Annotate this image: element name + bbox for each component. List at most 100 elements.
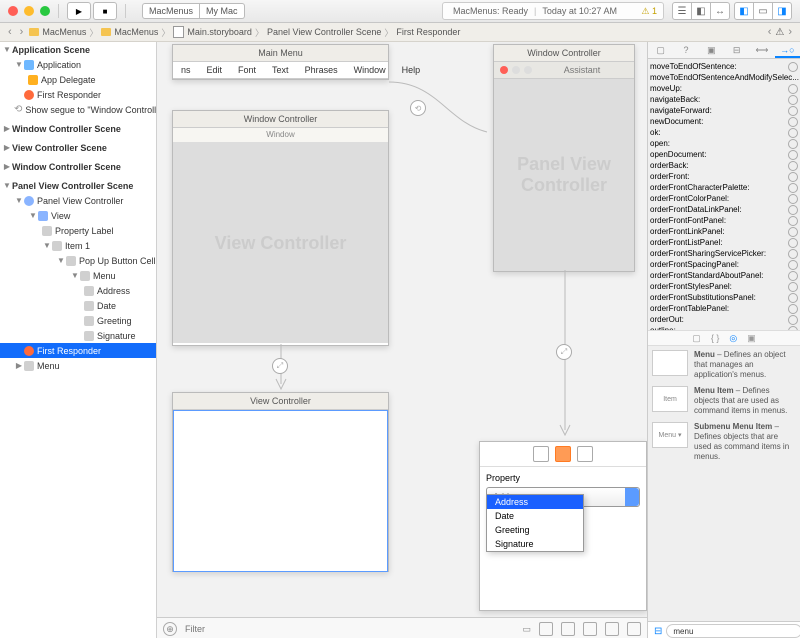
tab-size[interactable]: ⟷ bbox=[749, 42, 774, 58]
library-item[interactable]: Menu – Defines an object that manages an… bbox=[652, 350, 796, 380]
media-tab-icon[interactable]: ▣ bbox=[747, 333, 756, 344]
segue-node[interactable]: ⟲ bbox=[410, 100, 426, 116]
item-panel-vc[interactable]: ▼Panel View Controller bbox=[0, 193, 156, 208]
library-item[interactable]: ItemMenu Item – Defines objects that are… bbox=[652, 386, 796, 416]
filter-icon[interactable]: ⊕ bbox=[163, 622, 177, 636]
library-filter-input[interactable] bbox=[666, 624, 800, 638]
item-menu-date[interactable]: Date bbox=[0, 298, 156, 313]
action-row[interactable]: orderFrontLinkPanel: bbox=[650, 226, 798, 237]
action-row[interactable]: orderFrontSpacingPanel: bbox=[650, 259, 798, 270]
first-responder-object-icon[interactable] bbox=[555, 446, 571, 462]
align-icon[interactable] bbox=[583, 622, 597, 636]
exit-object-icon[interactable] bbox=[577, 446, 593, 462]
library-tabs[interactable]: ▢ { } ◎ ▣ bbox=[648, 330, 800, 346]
containment-segue-node-2[interactable]: ⤢ bbox=[272, 358, 288, 374]
item-app-delegate[interactable]: App Delegate bbox=[0, 72, 156, 87]
action-row[interactable]: navigateBack: bbox=[650, 94, 798, 105]
action-row[interactable]: orderFrontStandardAboutPanel: bbox=[650, 270, 798, 281]
connections-list[interactable]: moveToEndOfSentence:moveToEndOfSentenceA… bbox=[648, 59, 800, 330]
item-menu-signature[interactable]: Signature bbox=[0, 328, 156, 343]
item-view[interactable]: ▼View bbox=[0, 208, 156, 223]
crumb-group[interactable]: MacMenus bbox=[114, 27, 158, 37]
scene-dock[interactable] bbox=[480, 442, 646, 467]
item-popup-cell[interactable]: ▼Pop Up Button Cell bbox=[0, 253, 156, 268]
warning-badge[interactable]: ⚠ 1 bbox=[641, 6, 657, 17]
vc-object-icon[interactable] bbox=[533, 446, 549, 462]
panel-visibility[interactable]: ◧ ▭ ◨ bbox=[734, 2, 792, 20]
menu-help[interactable]: Help bbox=[394, 62, 429, 78]
item-popup-menu[interactable]: ▼Menu bbox=[0, 268, 156, 283]
close-icon[interactable] bbox=[500, 66, 508, 74]
menu-window[interactable]: Window bbox=[346, 62, 394, 78]
crumb-file[interactable]: Main.storyboard bbox=[187, 27, 252, 37]
tab-help[interactable]: ? bbox=[673, 42, 698, 58]
action-row[interactable]: openDocument: bbox=[650, 149, 798, 160]
interface-builder-canvas[interactable]: Main Menu ns Edit Font Text Phrases Wind… bbox=[157, 42, 647, 638]
scheme-selector[interactable]: MacMenus My Mac bbox=[142, 3, 245, 19]
object-library[interactable]: Menu – Defines an object that manages an… bbox=[648, 346, 800, 621]
crumb-scene[interactable]: Panel View Controller Scene bbox=[267, 27, 381, 37]
item-first-responder-selected[interactable]: First Responder bbox=[0, 343, 156, 358]
version-editor-icon[interactable]: ↔ bbox=[710, 3, 729, 19]
popup-item-address[interactable]: Address bbox=[487, 495, 583, 509]
file-template-tab-icon[interactable]: ▢ bbox=[692, 333, 701, 344]
close-icon[interactable] bbox=[8, 6, 18, 16]
editor-mode-switcher[interactable]: ☰ ◧ ↔ bbox=[672, 2, 730, 20]
item-first-responder[interactable]: First Responder bbox=[0, 87, 156, 102]
inspector-tabs[interactable]: ▢ ? ▣ ⊟ ⟷ →○ bbox=[648, 42, 800, 59]
popup-item-date[interactable]: Date bbox=[487, 509, 583, 523]
pin-icon[interactable] bbox=[605, 622, 619, 636]
item-item1[interactable]: ▼Item 1 bbox=[0, 238, 156, 253]
embed-icon[interactable] bbox=[561, 622, 575, 636]
jumpbar-warning-icon[interactable]: ⚠ bbox=[775, 27, 784, 38]
crumb-project[interactable]: MacMenus bbox=[42, 27, 86, 37]
action-row[interactable]: moveToEndOfSentenceAndModifySelec... bbox=[650, 72, 798, 83]
scene-application[interactable]: ▼Application Scene bbox=[0, 42, 156, 57]
action-row[interactable]: orderFrontListPanel: bbox=[650, 237, 798, 248]
tab-file[interactable]: ▢ bbox=[648, 42, 673, 58]
item-application[interactable]: ▼Application bbox=[0, 57, 156, 72]
library-view-mode-icon[interactable]: ⊟ bbox=[654, 626, 662, 637]
library-item[interactable]: Menu ▾Submenu Menu Item – Defines object… bbox=[652, 422, 796, 462]
assistant-editor-icon[interactable]: ◧ bbox=[691, 3, 710, 19]
history-forward[interactable]: › bbox=[784, 26, 796, 38]
action-row[interactable]: moveToEndOfSentence: bbox=[650, 61, 798, 72]
tab-connections[interactable]: →○ bbox=[775, 42, 800, 58]
window-traffic-lights[interactable] bbox=[8, 6, 50, 16]
menu-text[interactable]: Text bbox=[264, 62, 297, 78]
code-tab-icon[interactable]: { } bbox=[711, 333, 720, 343]
history-back[interactable]: ‹ bbox=[764, 26, 776, 38]
stop-button[interactable]: ■ bbox=[93, 2, 117, 20]
scene-window-controller-2[interactable]: ▶Window Controller Scene bbox=[0, 159, 156, 174]
back-button[interactable]: ‹ bbox=[4, 26, 16, 38]
action-row[interactable]: newDocument: bbox=[650, 116, 798, 127]
right-panel-toggle-icon[interactable]: ◨ bbox=[772, 3, 791, 19]
action-row[interactable]: moveUp: bbox=[650, 83, 798, 94]
bottom-panel-toggle-icon[interactable]: ▭ bbox=[753, 3, 772, 19]
action-row[interactable]: orderFrontFontPanel: bbox=[650, 215, 798, 226]
popup-menu-open[interactable]: Address Date Greeting Signature bbox=[486, 494, 584, 552]
minimize-icon[interactable] bbox=[24, 6, 34, 16]
window-titlebar[interactable]: Window bbox=[173, 128, 388, 143]
device-config-icon[interactable] bbox=[539, 622, 553, 636]
action-row[interactable]: orderBack: bbox=[650, 160, 798, 171]
item-menu-greeting[interactable]: Greeting bbox=[0, 313, 156, 328]
menu-phrases[interactable]: Phrases bbox=[297, 62, 346, 78]
menu-edit[interactable]: Edit bbox=[199, 62, 231, 78]
view-controller-view[interactable] bbox=[173, 410, 388, 572]
crumb-object[interactable]: First Responder bbox=[396, 27, 460, 37]
tab-attributes[interactable]: ⊟ bbox=[724, 42, 749, 58]
outline-toggle-icon[interactable]: ▭ bbox=[522, 624, 531, 635]
action-row[interactable]: orderFrontDataLinkPanel: bbox=[650, 204, 798, 215]
item-menu-top[interactable]: ▶Menu bbox=[0, 358, 156, 373]
action-row[interactable]: orderFrontCharacterPalette: bbox=[650, 182, 798, 193]
zoom-icon[interactable] bbox=[40, 6, 50, 16]
action-row[interactable]: open: bbox=[650, 138, 798, 149]
resolve-icon[interactable] bbox=[627, 622, 641, 636]
tab-identity[interactable]: ▣ bbox=[699, 42, 724, 58]
panel-window-chrome[interactable]: Assistant bbox=[494, 62, 634, 79]
item-segue[interactable]: ⟲Show segue to "Window Controller" bbox=[0, 102, 156, 117]
action-row[interactable]: orderFrontColorPanel: bbox=[650, 193, 798, 204]
document-outline[interactable]: ▼Application Scene ▼Application App Dele… bbox=[0, 42, 157, 638]
action-row[interactable]: orderFrontStylesPanel: bbox=[650, 281, 798, 292]
